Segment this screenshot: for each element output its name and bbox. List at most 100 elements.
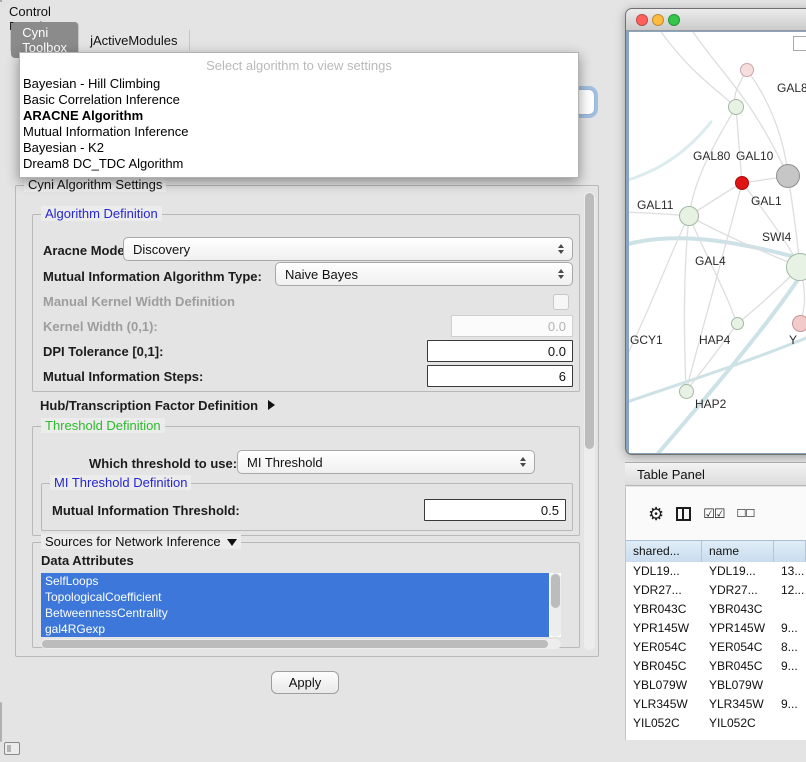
threshold-definition-title: Threshold Definition — [41, 418, 165, 433]
attribute-item[interactable]: TopologicalCoefficient — [41, 589, 549, 605]
close-traffic-light[interactable] — [636, 14, 648, 26]
node-label: GAL1 — [751, 194, 782, 208]
algorithm-option[interactable]: Bayesian - K2 — [20, 140, 578, 156]
network-canvas[interactable]: GAL8 GAL80 GAL10 GAL11 GAL1 SWI4 GAL4 GC… — [629, 32, 806, 453]
table-row[interactable]: YBR043C YBR043C — [626, 600, 806, 619]
cell: YPR145W — [702, 619, 774, 638]
control-panel-window: Control Panel □ ✕ Network Style Select C… — [0, 0, 2, 2]
tab-select[interactable]: Select — [0, 30, 11, 51]
attribute-item[interactable]: SelfLoops — [41, 573, 549, 589]
dropdown-placeholder: Select algorithm to view settings — [20, 55, 578, 76]
cell — [774, 714, 806, 733]
node-label: HAP4 — [699, 333, 730, 347]
algorithm-dropdown-popup: Select algorithm to view settings Bayesi… — [19, 52, 579, 178]
cell: YLR345W — [702, 695, 774, 714]
attributes-vscrollbar[interactable] — [550, 573, 561, 637]
table-header-row: shared... name — [626, 540, 806, 564]
attributes-vscrollbar-thumb[interactable] — [551, 574, 560, 608]
algorithm-option[interactable]: Basic Correlation Inference — [20, 92, 578, 108]
network-node[interactable] — [731, 317, 744, 330]
cell: YPR145W — [626, 619, 702, 638]
cell: 12... — [774, 581, 806, 600]
column-header-name[interactable]: name — [702, 541, 774, 563]
network-node[interactable] — [679, 206, 699, 226]
column-header-extra[interactable] — [774, 541, 806, 563]
cell: YLR345W — [626, 695, 702, 714]
show-columns-icon[interactable] — [676, 507, 691, 521]
sources-group-title: Sources for Network Inference — [41, 534, 241, 549]
table-row[interactable]: YLR345W YLR345W 9... — [626, 695, 806, 714]
table-row[interactable]: YIL052C YIL052C — [626, 714, 806, 733]
kernel-width-label: Kernel Width (0,1): — [43, 319, 158, 334]
node-label: SWI4 — [762, 230, 791, 244]
cell: YDL19... — [702, 562, 774, 581]
aracne-mode-select[interactable]: Discovery — [123, 237, 573, 261]
node-label: GAL10 — [736, 149, 773, 163]
scrollbar-button[interactable] — [793, 36, 806, 51]
dpi-tolerance-input[interactable] — [427, 340, 573, 362]
mi-threshold-group-title: MI Threshold Definition — [50, 475, 191, 490]
table-row[interactable]: YDR27... YDR27... 12... — [626, 581, 806, 600]
mi-type-label: Mutual Information Algorithm Type: — [43, 269, 262, 284]
network-node[interactable] — [740, 63, 754, 77]
table-row[interactable]: YPR145W YPR145W 9... — [626, 619, 806, 638]
sources-title-text: Sources for Network Inference — [45, 534, 221, 549]
algorithm-option[interactable]: Mutual Information Inference — [20, 124, 578, 140]
settings-gear-icon[interactable]: ⚙ — [648, 504, 664, 524]
table-row[interactable]: YBL079W YBL079W — [626, 676, 806, 695]
manual-kernel-label: Manual Kernel Width Definition — [43, 294, 235, 309]
apply-button[interactable]: Apply — [271, 671, 339, 694]
settings-scrollbar-thumb[interactable] — [585, 193, 594, 449]
sources-group: Sources for Network Inference Data Attri… — [32, 542, 580, 648]
table-row[interactable]: YER054C YER054C 8... — [626, 638, 806, 657]
select-all-icon[interactable]: ☑☑ — [703, 506, 724, 522]
attribute-item[interactable]: gal4RGexp — [41, 621, 549, 637]
table-row[interactable]: YBR045C YBR045C 9... — [626, 657, 806, 676]
table-panel-titlebar: Table Panel — [625, 462, 806, 486]
network-node[interactable] — [786, 253, 806, 281]
node-label: GCY1 — [630, 333, 663, 347]
cell: YBR045C — [702, 657, 774, 676]
algorithm-option-selected[interactable]: ARACNE Algorithm — [20, 108, 578, 124]
zoom-traffic-light[interactable] — [668, 14, 680, 26]
data-attributes-label: Data Attributes — [41, 553, 134, 568]
kernel-width-input[interactable] — [451, 315, 573, 337]
network-node[interactable] — [728, 99, 744, 115]
cell: YIL052C — [702, 714, 774, 733]
tab-impute-data[interactable]: Impute Data — [1, 703, 2, 741]
dpi-tolerance-label: DPI Tolerance [0,1]: — [43, 344, 163, 359]
tab-jactivemodules[interactable]: jActiveModules — [79, 30, 189, 51]
stepper-arrows-icon — [553, 244, 568, 254]
node-label: Y — [789, 333, 797, 347]
hub-factor-section-toggle[interactable]: Hub/Transcription Factor Definition — [40, 398, 275, 416]
settings-scrollbar[interactable] — [584, 192, 595, 650]
cell: YDR27... — [626, 581, 702, 600]
network-node-selected-red[interactable] — [735, 176, 749, 190]
network-node[interactable] — [776, 164, 800, 188]
cell: YBR045C — [626, 657, 702, 676]
manual-kernel-checkbox[interactable] — [553, 294, 569, 310]
algorithm-option[interactable]: Dream8 DC_TDC Algorithm — [20, 156, 578, 172]
network-node[interactable] — [792, 315, 806, 332]
attributes-hscrollbar-thumb[interactable] — [42, 640, 548, 648]
network-node[interactable] — [679, 384, 694, 399]
column-header-shared[interactable]: shared... — [626, 541, 702, 563]
mi-steps-input[interactable] — [427, 365, 573, 387]
mi-type-select[interactable]: Naive Bayes — [275, 262, 573, 286]
minimize-traffic-light[interactable] — [652, 14, 664, 26]
stepper-arrows-icon — [515, 457, 530, 467]
mi-threshold-input[interactable] — [424, 499, 566, 521]
attribute-item[interactable]: BetweennessCentrality — [41, 605, 549, 621]
aracne-mode-value: Discovery — [124, 242, 553, 257]
table-row[interactable]: YDL19... YDL19... 13... — [626, 562, 806, 581]
algorithm-definition-title: Algorithm Definition — [41, 206, 162, 221]
algorithm-option[interactable]: Bayesian - Hill Climbing — [20, 76, 578, 92]
collapse-triangle-icon — [227, 539, 237, 546]
which-threshold-select[interactable]: MI Threshold — [237, 450, 535, 474]
deselect-all-icon[interactable]: ☐☐ — [736, 507, 754, 520]
attributes-hscrollbar[interactable] — [41, 639, 561, 649]
hide-panel-icon[interactable] — [4, 742, 20, 755]
node-label: GAL11 — [637, 198, 673, 212]
data-attributes-list: SelfLoops TopologicalCoefficient Between… — [41, 573, 561, 637]
stepper-arrows-icon — [553, 269, 568, 279]
